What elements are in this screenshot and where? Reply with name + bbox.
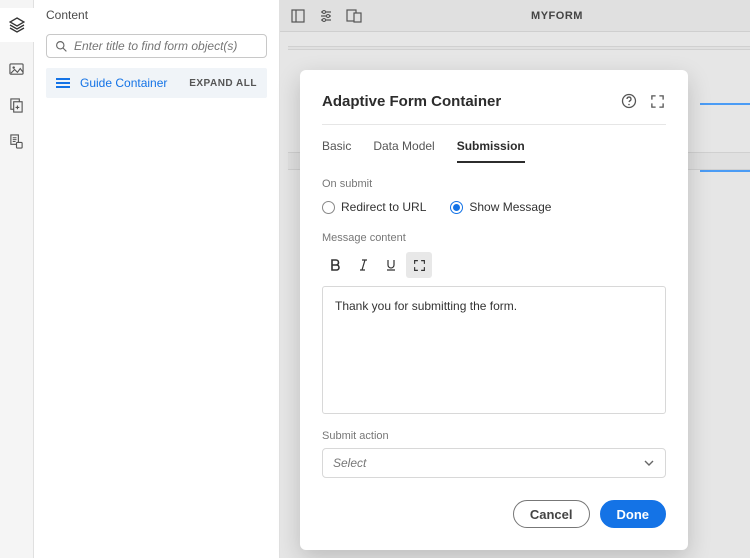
content-panel-title: Content [34, 0, 279, 28]
radio-show-message[interactable]: Show Message [450, 200, 551, 214]
radio-label: Redirect to URL [341, 200, 426, 214]
tree-item-guide-container[interactable]: Guide Container EXPAND ALL [46, 68, 267, 98]
fullscreen-icon[interactable] [648, 92, 666, 110]
message-body-text: Thank you for submitting the form. [335, 299, 517, 313]
dialog-tabs: Basic Data Model Submission [322, 139, 666, 164]
content-tree-icon[interactable] [0, 8, 34, 42]
tab-data-model[interactable]: Data Model [373, 139, 434, 163]
help-icon[interactable] [620, 92, 638, 110]
submit-action-select[interactable]: Select [322, 448, 666, 478]
form-container-icon [56, 78, 70, 88]
left-rail [0, 0, 34, 558]
cancel-button[interactable]: Cancel [513, 500, 590, 528]
form-container-dialog: Adaptive Form Container Basic Data Model… [300, 70, 688, 550]
settings-icon[interactable] [318, 8, 334, 24]
bold-button[interactable] [322, 252, 348, 278]
content-panel: Content Guide Container EXPAND ALL [34, 0, 280, 558]
search-icon [55, 40, 68, 53]
expand-all-button[interactable]: EXPAND ALL [189, 78, 257, 89]
done-button[interactable]: Done [600, 500, 667, 528]
on-submit-label: On submit [322, 178, 666, 190]
tree-item-label: Guide Container [80, 76, 179, 90]
radio-redirect-to-url[interactable]: Redirect to URL [322, 200, 426, 214]
form-name: MYFORM [374, 10, 740, 22]
select-value: Select [333, 456, 366, 470]
layout-icon[interactable] [290, 8, 306, 24]
tab-basic[interactable]: Basic [322, 139, 351, 163]
radio-label: Show Message [469, 200, 551, 214]
dialog-title: Adaptive Form Container [322, 93, 610, 110]
components-icon[interactable] [8, 96, 26, 114]
underline-button[interactable] [378, 252, 404, 278]
tab-submission[interactable]: Submission [457, 139, 525, 163]
search-input-wrapper[interactable] [46, 34, 267, 58]
chevron-down-icon [643, 457, 655, 469]
submit-action-label: Submit action [322, 430, 666, 442]
assets-icon[interactable] [8, 60, 26, 78]
message-content-label: Message content [322, 232, 666, 244]
data-sources-icon[interactable] [8, 132, 26, 150]
message-content-editor[interactable]: Thank you for submitting the form. [322, 286, 666, 414]
rte-fullscreen-button[interactable] [406, 252, 432, 278]
canvas-toolbar: MYFORM [280, 0, 750, 32]
italic-button[interactable] [350, 252, 376, 278]
device-icon[interactable] [346, 8, 362, 24]
search-input[interactable] [74, 39, 258, 53]
rte-toolbar [322, 252, 666, 278]
